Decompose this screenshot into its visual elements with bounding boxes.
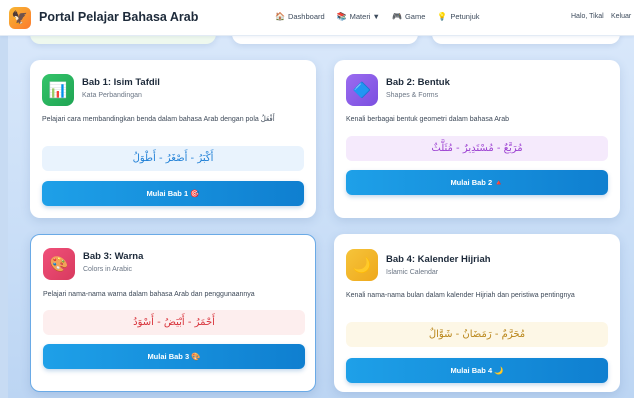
arabic-example: أَحْمَرُ - أَبْيَضُ - أَسْوَدُ [43,310,305,335]
card-title: Bab 4: Kalender Hijriah [386,254,491,265]
top-navbar: 🦅 Portal Pelajar Bahasa Arab 🏠 Dashboard… [0,0,634,36]
gamepad-icon: 🎮 [392,12,402,21]
nav-dashboard-label: Dashboard [287,12,325,21]
nav-petunjuk[interactable]: 💡 Petunjuk [437,12,479,21]
start-chapter-4-button[interactable]: Mulai Bab 4 🌙 [346,358,608,383]
card-subtitle: Colors in Arabic [83,266,133,273]
arabic-example: مُحَرَّمٌ - رَمَضَانُ - شَوَّالٌ [346,322,608,347]
chapter-card-2: 🔷 Bab 2: Bentuk Shapes & Forms Kenali be… [334,60,620,218]
card-description: Kenali berbagai bentuk geometri dalam ba… [346,116,510,123]
left-strip [0,36,8,398]
card-subtitle: Kata Perbandingan [82,92,142,99]
chapter-card-3: 🎨 Bab 3: Warna Colors in Arabic Pelajari… [30,234,316,392]
logout-button[interactable]: Keluar [611,13,631,20]
portal-logo-icon[interactable]: 🦅 [9,7,31,29]
lightbulb-icon: 💡 [437,12,448,21]
main-nav: 🏠 Dashboard 📚 Materi ▼ 🎮 Game 💡 Petunjuk [275,12,480,21]
card-title: Bab 1: Isim Tafdil [82,77,160,88]
books-icon: 📚 [336,12,347,21]
arabic-example: أَكْبَرُ - أَصْغَرُ - أَطْوَلُ [42,146,304,171]
card-description: Kenali nama-nama bulan dalam kalender Hi… [346,292,575,299]
portal-title[interactable]: Portal Pelajar Bahasa Arab [39,10,198,24]
start-chapter-1-button[interactable]: Mulai Bab 1 🎯 [42,181,304,206]
card-description: Pelajari cara membandingkan benda dalam … [42,116,275,123]
nav-materi-label: Materi ▼ [349,12,380,21]
card-title: Bab 3: Warna [83,251,144,262]
moon-icon: 🌙 [346,249,378,281]
nav-game[interactable]: 🎮 Game [392,12,425,21]
arabic-example: مُرَبَّعٌ - مُسْتَدِيرٌ - مُثَلَّثٌ [346,136,608,161]
card-description: Pelajari nama-nama warna dalam bahasa Ar… [43,291,255,298]
diamond-icon: 🔷 [346,74,378,106]
nav-dashboard[interactable]: 🏠 Dashboard [275,12,325,21]
chapter-card-1: 📊 Bab 1: Isim Tafdil Kata Perbandingan P… [30,60,316,218]
palette-icon: 🎨 [43,248,75,280]
card-title: Bab 2: Bentuk [386,77,450,88]
start-chapter-2-button[interactable]: Mulai Bab 2 🔺 [346,170,608,195]
start-chapter-3-button[interactable]: Mulai Bab 3 🎨 [43,344,305,369]
nav-materi[interactable]: 📚 Materi ▼ [337,12,380,21]
card-subtitle: Shapes & Forms [386,92,439,99]
home-icon: 🏠 [275,12,285,21]
nav-game-label: Game [404,12,426,21]
card-subtitle: Islamic Calendar [386,269,439,276]
chart-icon: 📊 [42,74,74,106]
nav-petunjuk-label: Petunjuk [450,12,480,21]
user-greeting: Halo, Tikal [571,13,604,20]
chapter-card-4: 🌙 Bab 4: Kalender Hijriah Islamic Calend… [334,234,620,392]
